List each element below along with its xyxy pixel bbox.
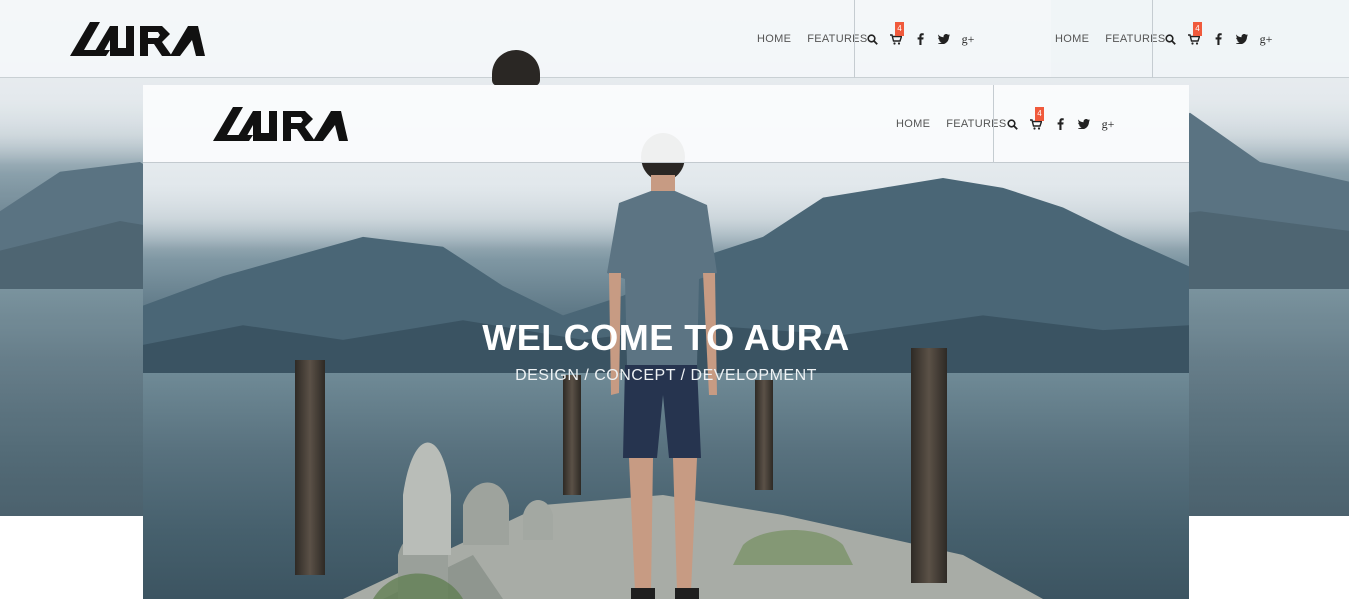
main-nav: HOME FEATURES	[896, 114, 1022, 134]
back-nav-right: HOME FEATURES	[1055, 29, 1181, 49]
person-standing	[607, 133, 717, 599]
nav-divider	[1152, 0, 1153, 78]
header-icon-group: 4 g+	[1006, 107, 1126, 134]
search-icon[interactable]	[866, 33, 878, 45]
cart-icon[interactable]: 4	[890, 22, 904, 45]
back-nav: HOME FEATURES	[757, 29, 883, 49]
nav-features[interactable]: FEATURES	[1105, 33, 1165, 45]
site-header: HOME FEATURES 4 g+	[143, 85, 1189, 163]
back-icon-group-right: 4 g+	[1164, 22, 1284, 49]
google-plus-icon[interactable]: g+	[1260, 33, 1273, 45]
twitter-icon[interactable]	[1078, 118, 1090, 130]
nav-divider	[993, 85, 994, 163]
back-icon-group: 4 g+	[866, 22, 986, 49]
aura-logo[interactable]	[70, 22, 205, 56]
hero-subtitle: DESIGN / CONCEPT / DEVELOPMENT	[515, 367, 817, 384]
facebook-icon[interactable]	[1054, 118, 1066, 130]
wooden-post	[295, 360, 325, 575]
cart-icon[interactable]: 4	[1030, 107, 1044, 130]
nav-divider	[854, 0, 855, 78]
cart-count-badge: 4	[1035, 107, 1044, 121]
facebook-icon[interactable]	[1212, 33, 1224, 45]
facebook-icon[interactable]	[914, 33, 926, 45]
nav-home[interactable]: HOME	[896, 118, 930, 130]
nav-features[interactable]: FEATURES	[807, 33, 867, 45]
wooden-post	[755, 380, 773, 490]
back-header-right: HOME FEATURES 4 g+	[1051, 0, 1349, 78]
search-icon[interactable]	[1006, 118, 1018, 130]
cart-count-badge: 4	[1193, 22, 1202, 36]
front-hero-section: HOME FEATURES 4 g+ WELCOME TO AURA DESIG…	[143, 85, 1189, 599]
google-plus-icon[interactable]: g+	[962, 33, 975, 45]
twitter-icon[interactable]	[1236, 33, 1248, 45]
search-icon[interactable]	[1164, 33, 1176, 45]
google-plus-icon[interactable]: g+	[1102, 118, 1115, 130]
nav-home[interactable]: HOME	[1055, 33, 1089, 45]
aura-logo[interactable]	[213, 107, 348, 141]
hero-title: WELCOME TO AURA	[482, 317, 850, 358]
cart-icon[interactable]: 4	[1188, 22, 1202, 45]
cart-count-badge: 4	[895, 22, 904, 36]
nav-features[interactable]: FEATURES	[946, 118, 1006, 130]
wooden-post	[563, 375, 581, 495]
twitter-icon[interactable]	[938, 33, 950, 45]
nav-home[interactable]: HOME	[757, 33, 791, 45]
